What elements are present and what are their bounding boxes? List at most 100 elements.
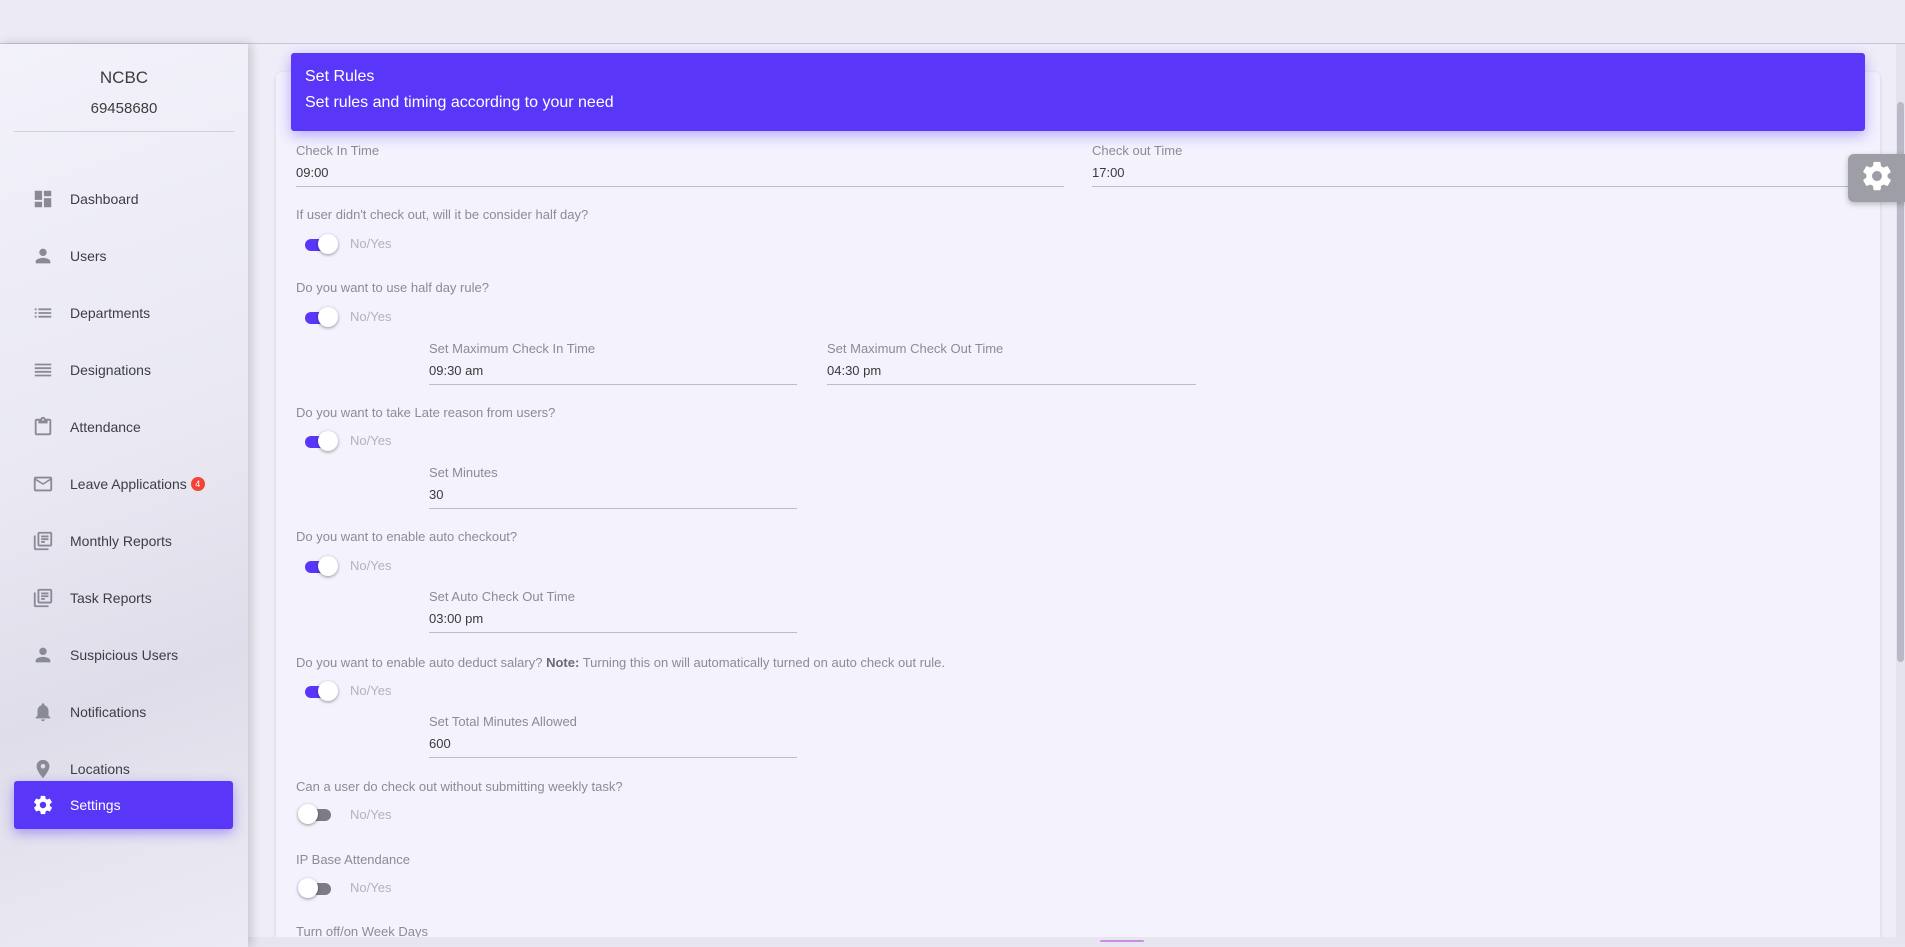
sidebar-item-label: Attendance xyxy=(70,419,141,435)
check-in-time-value[interactable]: 09:00 xyxy=(296,165,1064,187)
toggle-knob xyxy=(318,681,338,701)
toggle-knob xyxy=(318,234,338,254)
org-code: 69458680 xyxy=(90,100,158,117)
bell-icon xyxy=(32,701,54,723)
toggle-knob xyxy=(318,556,338,576)
sidebar: NCBC 69458680 Dashboard Users Department… xyxy=(0,44,248,947)
settings-fab[interactable] xyxy=(1848,154,1905,202)
resize-handle[interactable] xyxy=(1100,940,1144,942)
library-books-icon xyxy=(32,530,54,552)
check-out-time-label: Check out Time xyxy=(1092,143,1183,158)
lines-icon xyxy=(32,359,54,381)
auto-deduct-toggle[interactable] xyxy=(302,681,338,701)
check-out-time-value[interactable]: 17:00 xyxy=(1092,165,1872,187)
total-minutes-field[interactable]: Set Total Minutes Allowed 600 xyxy=(429,714,797,758)
sidebar-item-attendance[interactable]: Attendance xyxy=(14,403,233,451)
org-name: NCBC xyxy=(99,68,149,87)
leave-count-badge: 4 xyxy=(190,477,205,491)
page-subtitle: Set rules and timing according to your n… xyxy=(305,94,614,111)
page-title: Set Rules xyxy=(305,68,375,85)
toggle-label: No/Yes xyxy=(350,683,392,698)
dashboard-icon xyxy=(32,188,54,210)
sidebar-item-label: Notifications xyxy=(70,704,147,720)
auto-checkout-time-label: Set Auto Check Out Time xyxy=(429,589,575,604)
auto-deduct-question: Do you want to enable auto deduct salary… xyxy=(296,655,945,670)
sidebar-item-monthly-reports[interactable]: Monthly Reports xyxy=(14,517,233,565)
sidebar-item-task-reports[interactable]: Task Reports xyxy=(14,574,233,622)
weekly-task-question: Can a user do check out without submitti… xyxy=(296,779,623,794)
sidebar-item-label: Dashboard xyxy=(70,191,139,207)
org-info: NCBC 69458680 xyxy=(0,44,248,117)
total-minutes-label: Set Total Minutes Allowed xyxy=(429,714,577,729)
ip-attendance-toggle[interactable] xyxy=(298,878,334,898)
auto-checkout-toggle[interactable] xyxy=(302,556,338,576)
toggle-knob xyxy=(298,804,318,824)
user-icon xyxy=(32,644,54,666)
sidebar-item-label: Task Reports xyxy=(70,590,152,606)
check-in-time-field[interactable]: Check In Time 09:00 xyxy=(296,143,1064,187)
toggle-knob xyxy=(298,878,318,898)
gear-icon xyxy=(32,794,54,816)
sidebar-item-label: Departments xyxy=(70,305,151,321)
set-minutes-label: Set Minutes xyxy=(429,465,498,480)
half-day-no-checkout-toggle[interactable] xyxy=(302,234,338,254)
check-out-time-field[interactable]: Check out Time 17:00 xyxy=(1092,143,1872,187)
sidebar-item-label: Leave Applications xyxy=(70,476,187,492)
max-check-in-value[interactable]: 09:30 am xyxy=(429,363,797,385)
weekly-task-toggle[interactable] xyxy=(298,804,334,824)
sidebar-item-dashboard[interactable]: Dashboard xyxy=(14,175,233,223)
sidebar-item-designations[interactable]: Designations xyxy=(14,346,233,394)
auto-checkout-time-field[interactable]: Set Auto Check Out Time 03:00 pm xyxy=(429,589,797,633)
toggle-label: No/Yes xyxy=(350,558,392,573)
card-header: Set Rules Set rules and timing according… xyxy=(291,53,1865,131)
note-label: Note: xyxy=(546,655,580,670)
set-minutes-value[interactable]: 30 xyxy=(429,487,797,509)
bottom-bar xyxy=(0,937,1905,947)
max-check-out-value[interactable]: 04:30 pm xyxy=(827,363,1196,385)
auto-checkout-time-value[interactable]: 03:00 pm xyxy=(429,611,797,633)
sidebar-item-label: Settings xyxy=(70,797,121,813)
note-text: Turning this on will automatically turne… xyxy=(582,655,945,670)
set-minutes-field[interactable]: Set Minutes 30 xyxy=(429,465,797,509)
half-day-rule-toggle[interactable] xyxy=(302,307,338,327)
toggle-knob xyxy=(318,431,338,451)
late-reason-question: Do you want to take Late reason from use… xyxy=(296,405,556,420)
clipboard-icon xyxy=(32,416,54,438)
total-minutes-value[interactable]: 600 xyxy=(429,736,797,758)
sidebar-item-label: Designations xyxy=(70,362,151,378)
rules-card xyxy=(276,72,1880,947)
sidebar-item-label: Suspicious Users xyxy=(70,647,179,663)
list-icon xyxy=(32,302,54,324)
auto-checkout-question: Do you want to enable auto checkout? xyxy=(296,529,518,544)
max-check-out-label: Set Maximum Check Out Time xyxy=(827,341,1004,356)
gear-icon xyxy=(1860,159,1894,198)
toggle-label: No/Yes xyxy=(350,236,392,251)
half-day-no-checkout-question: If user didn't check out, will it be con… xyxy=(296,207,589,222)
toggle-label: No/Yes xyxy=(350,309,392,324)
half-day-rule-question: Do you want to use half day rule? xyxy=(296,280,489,295)
library-books-icon xyxy=(32,587,54,609)
ip-attendance-question: IP Base Attendance xyxy=(296,852,410,867)
max-check-in-field[interactable]: Set Maximum Check In Time 09:30 am xyxy=(429,341,797,385)
sidebar-divider xyxy=(14,131,234,132)
late-reason-toggle[interactable] xyxy=(302,431,338,451)
toggle-label: No/Yes xyxy=(350,880,392,895)
sidebar-item-label: Users xyxy=(70,248,107,264)
sidebar-item-label: Monthly Reports xyxy=(70,533,172,549)
sidebar-item-settings[interactable]: Settings xyxy=(14,781,233,829)
sidebar-item-notifications[interactable]: Notifications xyxy=(14,688,233,736)
sidebar-item-suspicious-users[interactable]: Suspicious Users xyxy=(14,631,233,679)
check-in-time-label: Check In Time xyxy=(296,143,380,158)
toggle-knob xyxy=(318,307,338,327)
toggle-label: No/Yes xyxy=(350,433,392,448)
sidebar-item-departments[interactable]: Departments xyxy=(14,289,233,337)
sidebar-item-users[interactable]: Users xyxy=(14,232,233,280)
user-icon xyxy=(32,245,54,267)
mail-icon xyxy=(32,473,54,495)
toggle-label: No/Yes xyxy=(350,807,392,822)
auto-deduct-question-text: Do you want to enable auto deduct salary… xyxy=(296,655,543,670)
sidebar-item-label: Locations xyxy=(70,761,130,777)
max-check-out-field[interactable]: Set Maximum Check Out Time 04:30 pm xyxy=(827,341,1196,385)
location-pin-icon xyxy=(32,758,54,780)
sidebar-item-leave-applications[interactable]: Leave Applications 4 xyxy=(14,460,233,508)
